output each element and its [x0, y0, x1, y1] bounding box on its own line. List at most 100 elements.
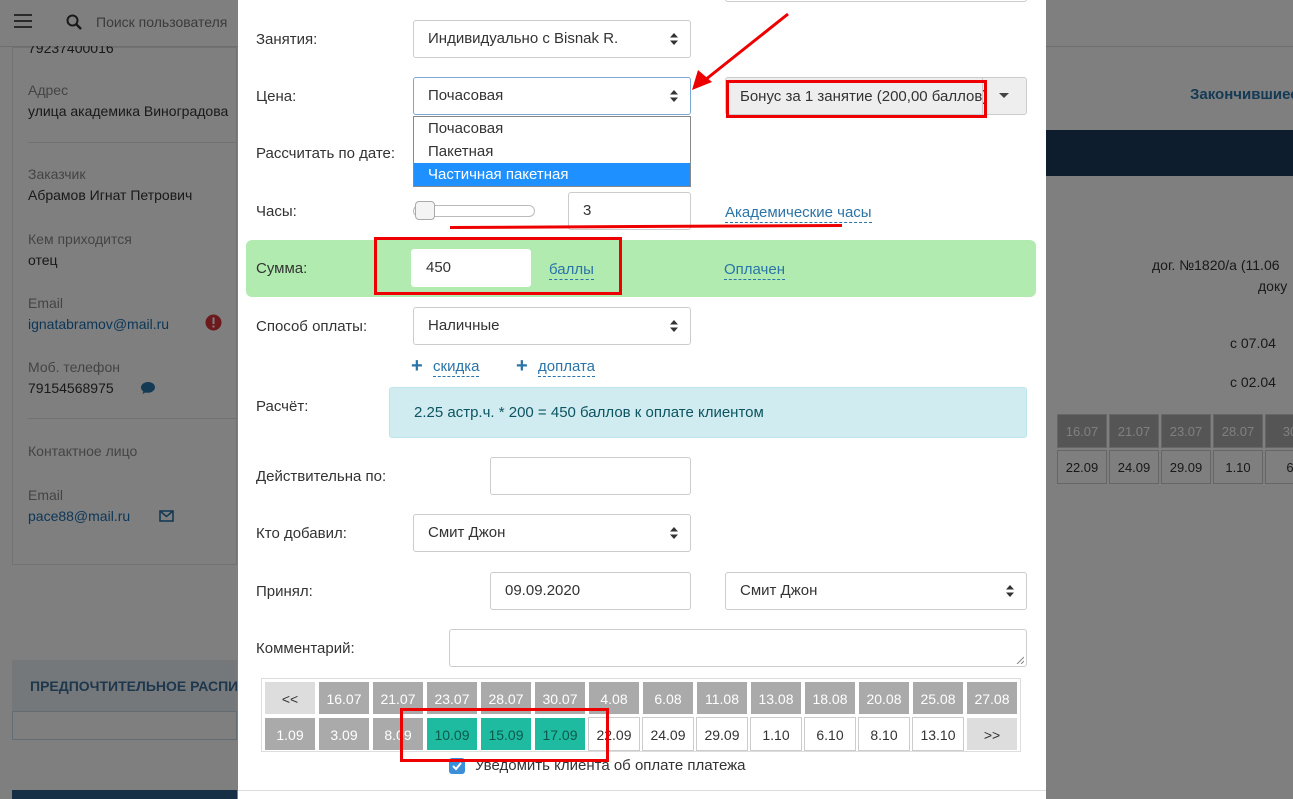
calendar-date-cell: 22.09 [1057, 450, 1107, 484]
relation-label: Кем приходится [28, 231, 132, 247]
email2-link[interactable]: pace88@mail.ru [28, 508, 130, 524]
calc-by-date-label: Рассчитать по дате: [256, 145, 396, 162]
points-link[interactable]: баллы [549, 261, 594, 280]
calendar-date-cell[interactable]: 8.09 [372, 717, 424, 751]
address-value: улица академика Виноградова [28, 103, 229, 119]
calendar-date-cell[interactable]: 24.09 [642, 717, 694, 751]
price-dropdown-list: Почасовая Пакетная Частичная пакетная [413, 116, 691, 187]
divider [28, 418, 237, 419]
bonus-dropdown-toggle[interactable] [982, 78, 1026, 114]
calendar-date-cell[interactable]: 1.09 [264, 717, 316, 751]
calendar-date-cell[interactable]: 29.09 [696, 717, 748, 751]
calendar-date-cell: 16.07 [1057, 414, 1107, 448]
calendar-date-cell[interactable]: 6.08 [642, 681, 694, 715]
calendar-date-cell[interactable]: 10.09 [426, 717, 478, 751]
added-by-select[interactable]: Смит Джон [413, 514, 691, 552]
search-icon [66, 14, 82, 30]
preferred-schedule-title: ПРЕДПОЧТИТЕЛЬНОЕ РАСПИСАНИЕ [12, 660, 237, 712]
plus-icon[interactable]: + [516, 356, 528, 376]
calendar-date-cell[interactable]: 27.08 [966, 681, 1018, 715]
checkmark-icon [452, 762, 462, 771]
calendar-date-cell[interactable]: 8.10 [858, 717, 910, 751]
calendar-prev-button[interactable]: << [264, 681, 316, 715]
search-input[interactable]: Поиск пользователя [96, 14, 227, 30]
customer-value: Абрамов Игнат Петрович [28, 187, 193, 203]
email2-label: Email [28, 487, 64, 503]
calendar-date-cell[interactable]: 13.08 [750, 681, 802, 715]
calendar-date-cell[interactable]: 17.09 [534, 717, 586, 751]
email-link[interactable]: ignatabramov@mail.ru [28, 316, 169, 332]
payment-method-value: Наличные [428, 317, 500, 334]
price-option[interactable]: Пакетная [414, 140, 690, 163]
calendar-date-cell[interactable]: 4.08 [588, 681, 640, 715]
lessons-select-value: Индивидуально с Bisnak R. [428, 30, 619, 47]
mobile-label: Моб. телефон [28, 359, 120, 375]
calendar-date-cell[interactable]: 20.08 [858, 681, 910, 715]
price-option[interactable]: Частичная пакетная [414, 163, 690, 186]
accepted-date-input[interactable]: 09.09.2020 [490, 572, 691, 610]
notify-checkbox[interactable] [449, 758, 465, 774]
calendar-date-cell[interactable]: 28.07 [480, 681, 532, 715]
calendar-date-cell[interactable]: 23.07 [426, 681, 478, 715]
finished-tab[interactable]: Закончившиеся [1190, 86, 1293, 103]
calendar-date-cell[interactable]: 1.10 [750, 717, 802, 751]
surcharge-link[interactable]: доплата [538, 358, 596, 377]
price-option[interactable]: Почасовая [414, 117, 690, 140]
sum-input[interactable]: 450 [411, 249, 531, 287]
discount-link[interactable]: скидка [433, 358, 480, 377]
calendar-date-cell: 21.07 [1109, 414, 1159, 448]
resize-handle-icon[interactable] [1016, 656, 1024, 664]
email-label: Email [28, 295, 64, 311]
customer-label: Заказчик [28, 166, 86, 182]
paid-link[interactable]: Оплачен [724, 261, 785, 280]
calendar-date-cell[interactable]: 21.07 [372, 681, 424, 715]
hours-slider-handle[interactable] [415, 201, 435, 220]
calendar-date-cell[interactable]: 25.08 [912, 681, 964, 715]
calendar-date-cell: 23.07 [1161, 414, 1211, 448]
payment-method-select[interactable]: Наличные [413, 307, 691, 345]
caret-down-icon [999, 93, 1009, 98]
select-arrows-icon [670, 527, 678, 539]
lessons-select[interactable]: Индивидуально с Bisnak R. [413, 20, 691, 58]
plus-icon[interactable]: + [411, 356, 423, 376]
calendar-date-cell[interactable]: 11.08 [696, 681, 748, 715]
top-select-partial[interactable] [725, 0, 1027, 2]
calendar-date-cell[interactable]: 3.09 [318, 717, 370, 751]
accepted-by-value: Смит Джон [740, 582, 818, 599]
academic-hours-link[interactable]: Академические часы [725, 204, 872, 223]
annotation-arrow [692, 12, 789, 90]
calendar-date-cell[interactable]: 13.10 [912, 717, 964, 751]
calendar-date-cell[interactable]: 6.10 [804, 717, 856, 751]
price-select[interactable]: Почасовая [413, 77, 691, 115]
comment-textarea[interactable] [449, 629, 1027, 667]
calendar-date-cell[interactable]: 16.07 [318, 681, 370, 715]
table-header-band [1046, 130, 1293, 176]
bottom-band [12, 790, 237, 799]
contract-text: дог. №1820/а (11.06 [1152, 257, 1280, 273]
hamburger-menu-icon[interactable] [14, 14, 32, 28]
calendar-date-cell: 1.10 [1213, 450, 1263, 484]
calendar-date-cell[interactable]: 22.09 [588, 717, 640, 751]
calendar-date-cell: 28.07 [1213, 414, 1263, 448]
calendar-date-cell[interactable]: 30.07 [534, 681, 586, 715]
accepted-by-select[interactable]: Смит Джон [725, 572, 1027, 610]
valid-until-input[interactable] [490, 457, 691, 495]
calc-label: Расчёт: [256, 398, 309, 415]
calc-info-box: 2.25 астр.ч. * 200 = 450 баллов к оплате… [389, 387, 1027, 438]
envelope-icon[interactable] [159, 510, 174, 522]
payment-method-label: Способ оплаты: [256, 318, 368, 335]
valid-until-label: Действительна по: [256, 468, 387, 485]
select-arrows-icon [1006, 585, 1014, 597]
price-select-value: Почасовая [428, 87, 504, 104]
sum-row [246, 240, 1036, 297]
calendar-next-button[interactable]: >> [966, 717, 1018, 751]
calendar-date-cell[interactable]: 18.08 [804, 681, 856, 715]
calendar-date-cell[interactable]: 15.09 [480, 717, 532, 751]
subscriptions-panel [1046, 47, 1293, 565]
sum-label: Сумма: [256, 260, 308, 277]
address-label: Адрес [28, 82, 69, 98]
sms-icon[interactable] [140, 381, 156, 395]
calendar-date-cell: 30 [1265, 414, 1293, 448]
relation-value: отец [28, 252, 58, 268]
modal-footer-divider [238, 790, 1046, 791]
